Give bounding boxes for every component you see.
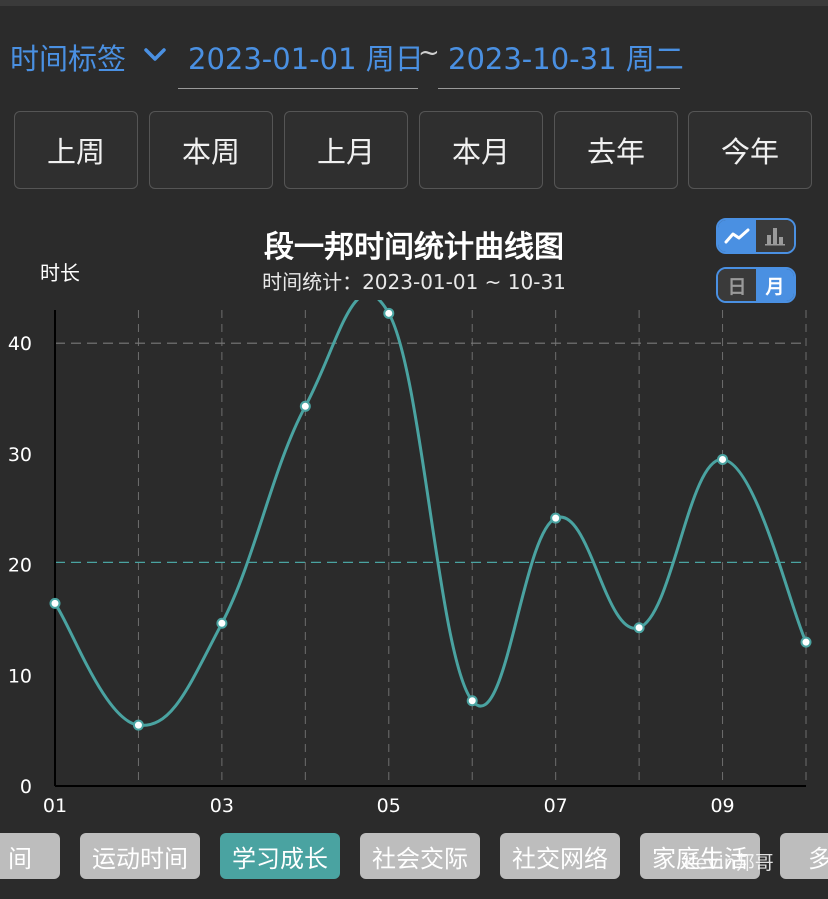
y-tick-label: 0 [20,776,32,798]
top-bar [0,0,828,6]
chart-subtitle: 时间统计：2023-01-01 ~ 10-31 [262,270,566,294]
category-chip-partial-right[interactable]: 多 [780,833,828,879]
y-tick-label: 20 [8,555,32,577]
data-point [383,307,395,319]
granularity-toggle: 日 月 [716,267,796,303]
data-point [299,400,311,412]
line-chart-icon [724,228,750,244]
y-tick-label: 40 [8,333,32,355]
x-tick-label: 03 [210,795,234,817]
chart-type-toggle [716,218,796,254]
x-tick-label: 09 [710,795,734,817]
y-tick-label: 10 [8,665,32,687]
chart-title: 段一邦时间统计曲线图 [264,230,564,265]
category-chip-network[interactable]: 社交网络 [500,833,620,879]
line-chart-toggle[interactable] [718,220,756,252]
watermark: Kevin邦哥 [684,852,774,874]
bar-chart-toggle[interactable] [756,220,794,252]
data-point [800,636,812,648]
month-toggle[interactable]: 月 [756,269,794,301]
end-date-value: 2023-10-31 周二 [448,42,684,76]
this-month-button[interactable]: 本月 [419,111,543,189]
bar-chart-icon [765,228,785,246]
day-toggle[interactable]: 日 [718,269,756,301]
last-year-button[interactable]: 去年 [554,111,678,189]
date-filter-row: 时间标签 2023-01-01 周日 ~ 2023-10-31 周二 [0,30,828,90]
x-tick-label: 07 [544,795,568,817]
data-point [49,597,61,609]
data-point [132,719,144,731]
time-tag-dropdown[interactable]: 时间标签 [10,36,126,78]
this-year-button[interactable]: 今年 [688,111,812,189]
start-date-value: 2023-01-01 周日 [188,42,424,76]
x-tick-label: 05 [377,795,401,817]
last-week-button[interactable]: 上周 [14,111,138,189]
this-week-button[interactable]: 本周 [149,111,273,189]
line-chart: 0 10 20 30 40 01 03 05 07 09 [8,300,812,817]
x-tick-label: 01 [43,795,67,817]
data-point [633,622,645,634]
start-date-field[interactable]: 2023-01-01 周日 [178,30,424,89]
category-chip-learning[interactable]: 学习成长 [220,833,340,879]
category-chip-social[interactable]: 社会交际 [360,833,480,879]
category-chip-partial-left[interactable]: 间 [0,833,60,879]
y-tick-label: 30 [8,444,32,466]
data-point [717,453,729,465]
chevron-down-icon[interactable] [142,42,168,68]
end-date-field[interactable]: 2023-10-31 周二 [438,30,684,89]
period-button-row: 上周 本周 上月 本月 去年 今年 [14,111,814,191]
series-line [53,300,808,727]
data-point [550,512,562,524]
data-point [216,617,228,629]
date-separator: ~ [418,38,440,68]
last-month-button[interactable]: 上月 [284,111,408,189]
data-point [466,695,478,707]
category-chip-sport[interactable]: 运动时间 [80,833,200,879]
y-axis-title: 时长 [40,261,80,285]
